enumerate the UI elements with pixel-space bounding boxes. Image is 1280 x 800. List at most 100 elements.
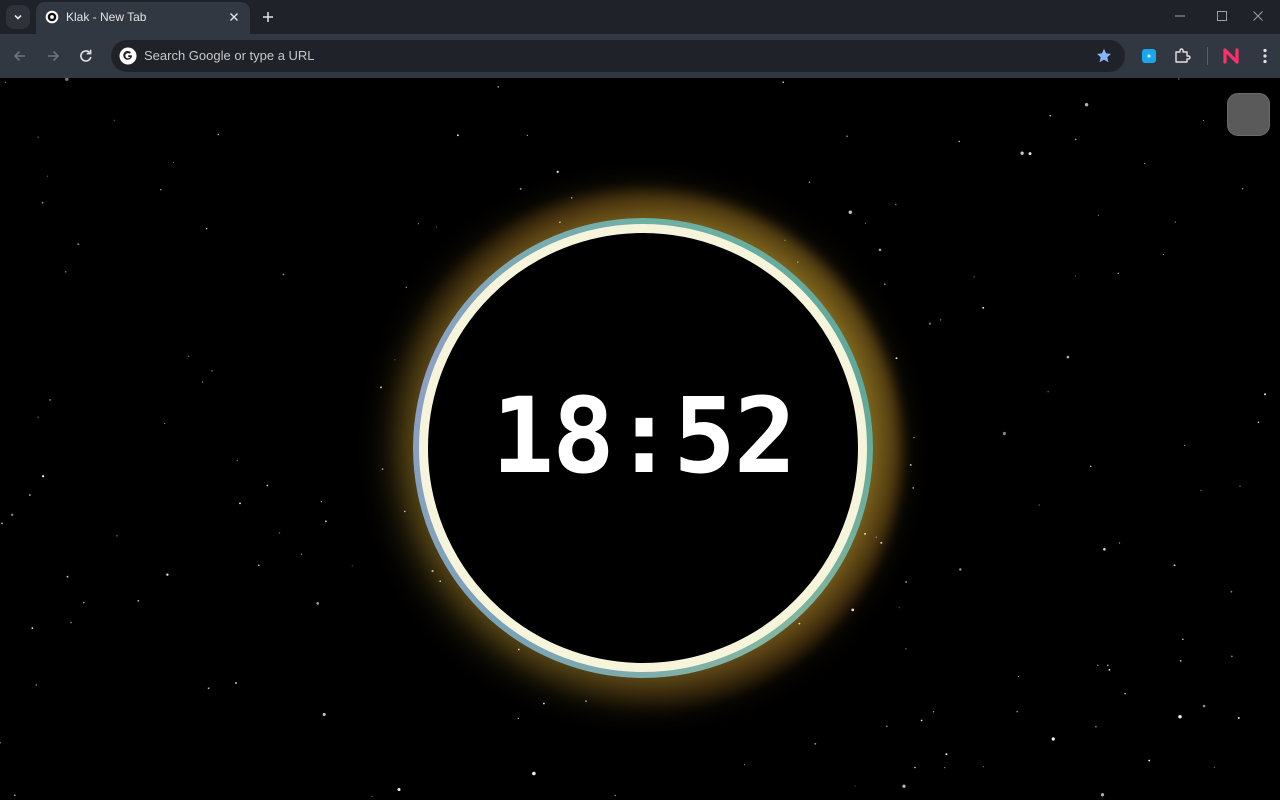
n-logo-extension-icon	[1223, 48, 1239, 64]
forward-button[interactable]	[39, 42, 67, 70]
star	[66, 575, 69, 578]
star	[1097, 214, 1100, 216]
star	[945, 753, 948, 756]
new-tab-button[interactable]	[256, 5, 280, 29]
star	[41, 201, 44, 204]
star	[4, 81, 6, 83]
star	[1108, 669, 1111, 671]
star	[394, 359, 396, 361]
star	[172, 161, 174, 164]
star	[1184, 444, 1186, 446]
star	[905, 581, 907, 583]
extension-button-1[interactable]	[1139, 46, 1159, 66]
star	[1264, 393, 1266, 396]
star	[1049, 114, 1051, 117]
star	[266, 484, 269, 487]
kebab-menu-icon	[1263, 48, 1267, 64]
star	[886, 725, 888, 727]
blue-square-extension-icon	[1142, 49, 1156, 63]
star	[743, 764, 745, 766]
star	[526, 134, 529, 137]
star	[517, 717, 519, 720]
star-icon[interactable]	[1095, 47, 1113, 65]
star	[1257, 421, 1260, 423]
star	[324, 520, 327, 523]
star	[814, 742, 817, 745]
star	[35, 684, 37, 686]
star	[1144, 163, 1146, 164]
star	[113, 119, 115, 121]
star	[1084, 102, 1089, 107]
arrow-right-icon	[48, 50, 60, 62]
star	[1178, 78, 1180, 80]
star	[905, 648, 907, 650]
settings-button[interactable]	[1227, 93, 1270, 136]
star	[1047, 391, 1049, 393]
star	[239, 502, 241, 505]
browser-menu-button[interactable]	[1255, 46, 1275, 66]
star	[1230, 590, 1233, 593]
arrow-left-icon	[13, 50, 25, 62]
star	[854, 785, 856, 787]
star	[236, 460, 238, 462]
extensions-button[interactable]	[1172, 46, 1192, 66]
star	[217, 133, 220, 136]
star	[29, 494, 31, 496]
star	[532, 771, 536, 776]
star	[371, 795, 373, 797]
star	[1090, 465, 1092, 467]
reload-button[interactable]	[72, 42, 100, 70]
tab-search-button[interactable]	[6, 5, 30, 29]
star	[1237, 717, 1240, 719]
star	[187, 355, 190, 357]
star	[848, 210, 853, 214]
star	[1202, 704, 1206, 708]
star	[37, 416, 39, 418]
star	[782, 81, 785, 84]
star	[258, 564, 260, 567]
close-window-button[interactable]	[1236, 0, 1280, 32]
address-bar[interactable]: Search Google or type a URL	[111, 40, 1125, 72]
minimize-button[interactable]	[1158, 0, 1202, 32]
star	[1178, 714, 1182, 719]
active-tab[interactable]: Klak - New Tab	[36, 2, 250, 34]
star	[31, 627, 34, 629]
star	[913, 437, 915, 439]
star	[301, 553, 303, 555]
star	[207, 687, 210, 690]
star	[46, 175, 48, 177]
star	[320, 501, 323, 503]
star	[116, 535, 118, 537]
star	[851, 608, 855, 612]
star	[1124, 693, 1126, 695]
star	[958, 140, 960, 143]
star	[973, 276, 975, 278]
star	[1118, 542, 1121, 544]
clock-time: 18:52	[491, 375, 796, 497]
star	[201, 381, 204, 383]
star	[235, 682, 237, 684]
star	[351, 565, 353, 567]
star	[894, 203, 897, 206]
star	[282, 273, 285, 276]
star	[1174, 221, 1176, 223]
star	[846, 135, 849, 138]
star	[49, 399, 51, 401]
star	[65, 78, 69, 81]
tab-close-button[interactable]	[226, 9, 242, 25]
star	[0, 742, 1, 744]
star	[37, 136, 39, 138]
star	[556, 170, 559, 173]
star	[1017, 675, 1020, 678]
back-button[interactable]	[6, 42, 34, 70]
star	[1117, 272, 1120, 275]
star	[982, 306, 985, 309]
star	[380, 386, 382, 389]
star	[160, 189, 162, 191]
omnibox-placeholder: Search Google or type a URL	[144, 48, 315, 63]
extension-button-2[interactable]	[1221, 46, 1241, 66]
star	[909, 463, 912, 466]
star	[1179, 660, 1182, 662]
star	[865, 222, 867, 224]
star	[1002, 431, 1006, 436]
